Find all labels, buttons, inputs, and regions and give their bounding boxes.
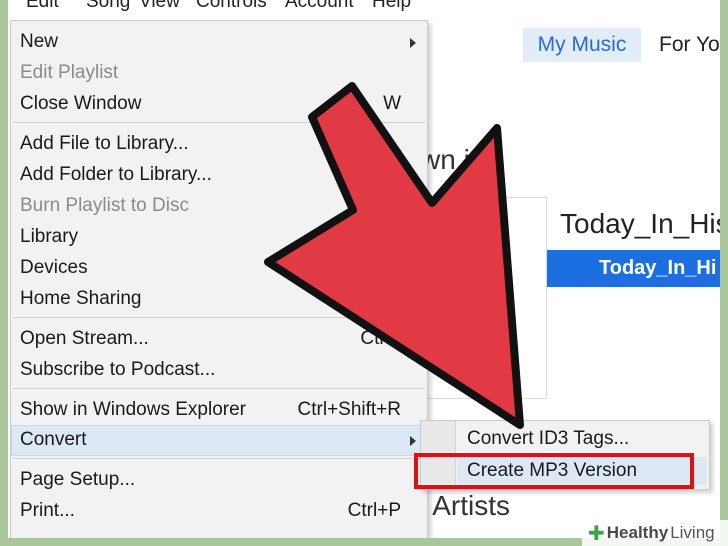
pointer-arrow-shape — [264, 82, 524, 429]
plus-icon: ✚ — [588, 522, 605, 545]
watermark: ✚ Healthy Living — [582, 520, 728, 546]
watermark-brand: Healthy — [606, 523, 669, 542]
pointer-arrow-icon — [264, 82, 524, 429]
watermark-brand-suffix: Living — [670, 523, 715, 542]
